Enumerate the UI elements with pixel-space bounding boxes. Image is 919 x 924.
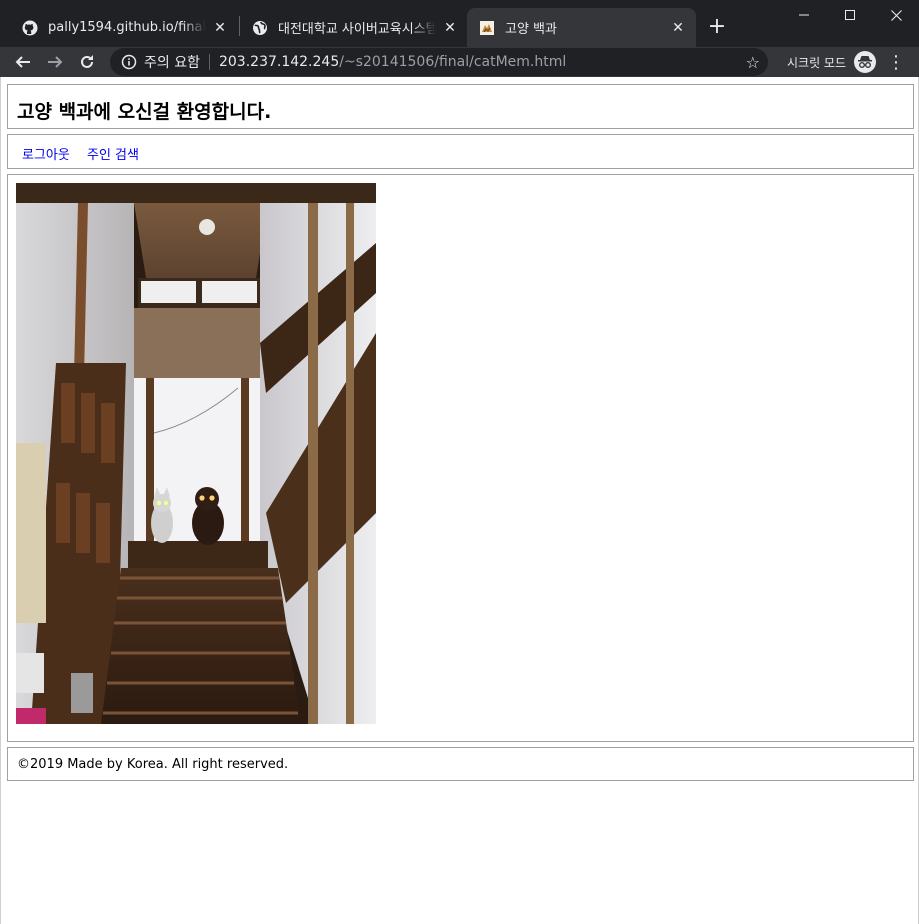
- window-close-icon[interactable]: [873, 0, 919, 30]
- page-footer: ©2019 Made by Korea. All right reserved.: [7, 747, 914, 781]
- maximize-icon[interactable]: [827, 0, 873, 30]
- incognito-icon: [854, 51, 877, 73]
- security-status[interactable]: 주의 요함: [144, 52, 200, 72]
- tab-title: 고양 백과: [505, 22, 557, 37]
- reload-icon[interactable]: [73, 47, 101, 77]
- close-tab-icon[interactable]: ✕: [442, 20, 458, 36]
- more-menu-icon[interactable]: ⋮: [885, 47, 907, 77]
- page-nav: 로그아웃 주인 검색: [7, 134, 914, 169]
- url-path: /~s20141506/final/catMem.html: [339, 54, 567, 70]
- minimize-icon[interactable]: [781, 0, 827, 30]
- owner-search-link[interactable]: 주인 검색: [87, 144, 139, 163]
- cat-favicon-icon: [479, 20, 495, 36]
- page-viewport: 고양 백과에 오신걸 환영합니다. 로그아웃 주인 검색 ©2019 Made …: [0, 77, 919, 924]
- browser-titlebar: pally1594.github.io/final at ma ✕ 대전대학교 …: [0, 0, 919, 47]
- tab-cat-encyclopedia[interactable]: 고양 백과 ✕: [467, 8, 696, 47]
- forward-arrow-icon[interactable]: [41, 47, 69, 77]
- back-arrow-icon[interactable]: [9, 47, 37, 77]
- url-host: 203.237.142.245: [218, 54, 340, 70]
- close-tab-icon[interactable]: ✕: [212, 20, 228, 36]
- page-title: 고양 백과에 오신걸 환영합니다.: [17, 101, 272, 123]
- logout-link[interactable]: 로그아웃: [22, 144, 70, 163]
- tab-cyber-edu[interactable]: 대전대학교 사이버교육시스템 ✕: [240, 8, 468, 47]
- github-icon: [22, 20, 38, 36]
- globe-icon: [252, 20, 268, 36]
- tab-github[interactable]: pally1594.github.io/final at ma ✕: [10, 8, 238, 47]
- page-header: 고양 백과에 오신걸 환영합니다.: [7, 84, 914, 129]
- tab-title: pally1594.github.io/final at ma: [48, 20, 206, 35]
- copyright-text: ©2019 Made by Korea. All right reserved.: [17, 757, 289, 772]
- address-bar[interactable]: 주의 요함 203.237.142.245/~s20141506/final/c…: [110, 48, 768, 76]
- new-tab-icon[interactable]: +: [705, 14, 729, 39]
- bookmark-star-icon[interactable]: ☆: [746, 53, 760, 72]
- cat-photo: [16, 183, 376, 724]
- info-icon[interactable]: [120, 53, 138, 71]
- omnibox-divider: [208, 54, 210, 70]
- main-content: [7, 174, 914, 742]
- browser-toolbar: 주의 요함 203.237.142.245/~s20141506/final/c…: [0, 47, 919, 77]
- tab-title: 대전대학교 사이버교육시스템: [278, 22, 436, 37]
- incognito-label: 시크릿 모드: [787, 55, 847, 70]
- url-text[interactable]: 203.237.142.245/~s20141506/final/catMem.…: [219, 54, 566, 70]
- incognito-indicator[interactable]: 시크릿 모드: [787, 47, 877, 77]
- close-tab-icon[interactable]: ✕: [670, 20, 686, 36]
